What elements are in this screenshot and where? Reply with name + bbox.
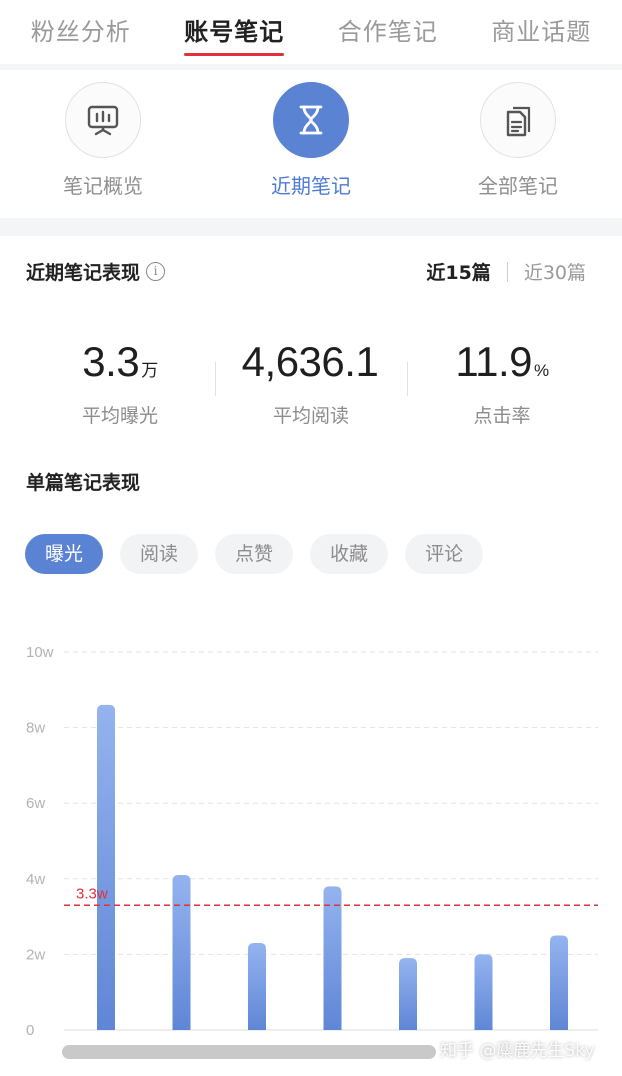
- stat-value: 4,636.1: [211, 336, 411, 397]
- nav-recent-notes[interactable]: 近期笔记: [231, 82, 391, 199]
- nav-circle-active: [273, 82, 349, 158]
- y-tick-label: 10w: [26, 644, 54, 661]
- y-tick-label: 0: [26, 1022, 34, 1039]
- nav-circle: [480, 82, 556, 158]
- top-tab-bar: 粉丝分析 账号笔记 合作笔记 商业话题: [0, 0, 622, 64]
- bar: [550, 935, 568, 1030]
- stat-unit: %: [534, 361, 549, 380]
- section-divider: [0, 218, 622, 236]
- range-option-30[interactable]: 近30篇: [524, 258, 586, 285]
- nav-circle: [65, 82, 141, 158]
- bar: [474, 954, 493, 1030]
- tab-cooperation-notes[interactable]: 合作笔记: [338, 4, 438, 60]
- stat-number: 11.9: [455, 338, 532, 385]
- y-tick-label: 4w: [26, 871, 45, 888]
- nav-all-notes-label: 全部笔记: [478, 174, 558, 198]
- stat-avg-reads: 4,636.1 平均阅读: [211, 336, 411, 428]
- tab-account-notes[interactable]: 账号笔记: [184, 4, 285, 60]
- y-tick-label: 6w: [26, 795, 45, 812]
- chart-scrollbar[interactable]: [62, 1045, 436, 1059]
- bar: [172, 875, 191, 1030]
- single-note-title: 单篇笔记表现: [26, 472, 141, 494]
- stat-unit: 万: [141, 361, 158, 380]
- presentation-board-icon: [87, 105, 119, 136]
- info-icon[interactable]: i: [146, 262, 166, 281]
- nav-recent-notes-label: 近期笔记: [271, 174, 351, 198]
- hourglass-icon: [299, 105, 323, 135]
- y-tick-label: 2w: [26, 946, 45, 963]
- stat-number: 4,636.1: [241, 338, 379, 385]
- nav-notes-overview-label: 笔记概览: [63, 174, 143, 198]
- y-tick-label: 8w: [26, 720, 45, 737]
- stat-label: 平均阅读: [272, 405, 349, 427]
- recent-performance-header: 近期笔记表现 i 近15篇 近30篇: [26, 258, 586, 288]
- stat-label: 平均曝光: [81, 405, 158, 427]
- nav-notes-overview[interactable]: 笔记概览: [23, 82, 183, 199]
- chip-reads[interactable]: 阅读: [120, 534, 199, 574]
- tab-account-notes-label: 账号笔记: [184, 18, 285, 46]
- chip-likes[interactable]: 点赞: [215, 534, 294, 574]
- stats-row: 3.3 万 平均曝光 4,636.1 平均阅读 11.9% 点击率: [0, 336, 622, 428]
- chip-exposure[interactable]: 曝光: [25, 534, 104, 574]
- bar: [248, 943, 266, 1030]
- average-line-label: 3.3w: [76, 885, 108, 902]
- documents-icon: [506, 106, 531, 137]
- stat-value: 11.9%: [402, 336, 602, 397]
- bar: [323, 886, 342, 1030]
- range-option-15[interactable]: 近15篇: [426, 258, 490, 285]
- chip-favorites[interactable]: 收藏: [310, 534, 389, 574]
- section-title: 近期笔记表现 i: [26, 258, 166, 285]
- range-separator: [506, 261, 508, 282]
- tab-business-topics[interactable]: 商业话题: [491, 4, 591, 60]
- stat-value: 3.3 万: [20, 336, 220, 397]
- notes-sub-nav: 笔记概览 近期笔记 全部笔记: [0, 70, 622, 216]
- range-switch: 近15篇 近30篇: [426, 258, 586, 285]
- exposure-bar-chart: 0 2w 4w 6w 8w 10w 3.3w: [26, 644, 598, 1039]
- metric-chips: 曝光 阅读 点赞 收藏 评论: [25, 534, 484, 576]
- stat-click-rate: 11.9% 点击率: [402, 336, 602, 428]
- stat-label: 点击率: [473, 405, 531, 427]
- stat-number: 3.3: [82, 338, 140, 385]
- active-tab-underline: [184, 53, 285, 56]
- bar: [97, 704, 115, 1030]
- tab-fan-analysis[interactable]: 粉丝分析: [31, 4, 131, 60]
- nav-all-notes[interactable]: 全部笔记: [438, 82, 598, 199]
- watermark: 知乎 @麋鹿先生Sky: [440, 1041, 595, 1061]
- stat-avg-exposure: 3.3 万 平均曝光: [20, 336, 220, 428]
- bar: [399, 958, 417, 1030]
- section-title-text: 近期笔记表现: [26, 262, 141, 284]
- chip-comments[interactable]: 评论: [405, 534, 484, 574]
